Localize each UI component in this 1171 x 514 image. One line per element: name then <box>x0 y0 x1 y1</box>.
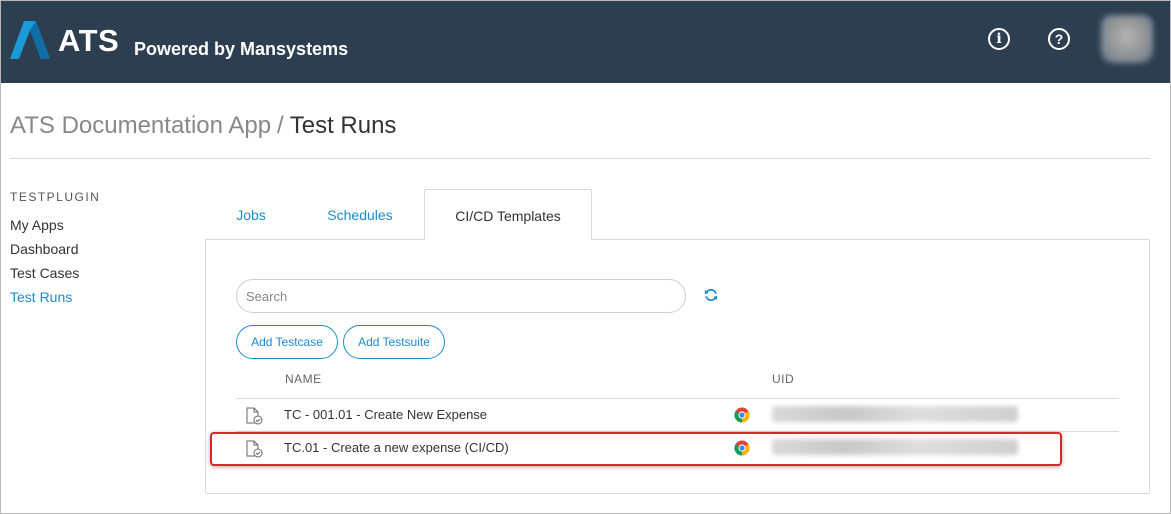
refresh-icon[interactable] <box>704 288 720 304</box>
chrome-icon <box>734 407 750 423</box>
sidebar-item-test-runs[interactable]: Test Runs <box>10 289 72 305</box>
search-input[interactable] <box>236 279 686 313</box>
help-icon[interactable]: ? <box>1048 28 1070 50</box>
sidebar-item-dashboard[interactable]: Dashboard <box>10 241 79 257</box>
uid-value-redacted <box>772 406 1018 422</box>
page-title: Test Runs <box>289 112 397 139</box>
add-testsuite-button[interactable]: Add Testsuite <box>343 325 445 359</box>
testcase-document-icon <box>246 440 263 458</box>
sidebar-item-my-apps[interactable]: My Apps <box>10 217 64 233</box>
testcase-name: TC - 001.01 - Create New Expense <box>284 407 488 422</box>
ats-logo-icon <box>10 21 50 59</box>
powered-by-text: Powered by Mansystems <box>134 39 349 59</box>
testcase-document-icon <box>246 407 263 425</box>
testcase-name: TC.01 - Create a new expense (CI/CD) <box>284 440 509 455</box>
table-row[interactable]: TC - 001.01 - Create New Expense <box>236 399 1119 431</box>
top-navigation-bar: ATS Powered by Mansystems i ? <box>1 1 1170 83</box>
add-testcase-button[interactable]: Add Testcase <box>236 325 338 359</box>
tab-ci-cd-templates[interactable]: CI/CD Templates <box>424 189 592 240</box>
breadcrumb-divider <box>10 158 1150 159</box>
column-header-uid[interactable]: UID <box>772 372 794 386</box>
chrome-icon <box>734 440 750 456</box>
column-header-name[interactable]: NAME <box>285 372 322 386</box>
sidebar-heading: TESTPLUGIN <box>10 190 101 204</box>
sidebar-item-test-cases[interactable]: Test Cases <box>10 265 79 281</box>
uid-value-redacted <box>772 439 1018 455</box>
tab-schedules[interactable]: Schedules <box>306 189 414 240</box>
info-icon[interactable]: i <box>988 28 1010 50</box>
breadcrumb: ATS Documentation App / Test Runs <box>10 112 396 140</box>
table-row[interactable]: TC.01 - Create a new expense (CI/CD) <box>236 432 1119 464</box>
tab-jobs[interactable]: Jobs <box>216 189 286 240</box>
breadcrumb-app-link[interactable]: ATS Documentation App <box>10 112 271 139</box>
breadcrumb-separator: / <box>277 112 284 139</box>
user-avatar[interactable] <box>1101 15 1153 63</box>
brand-name: ATS <box>58 23 120 58</box>
